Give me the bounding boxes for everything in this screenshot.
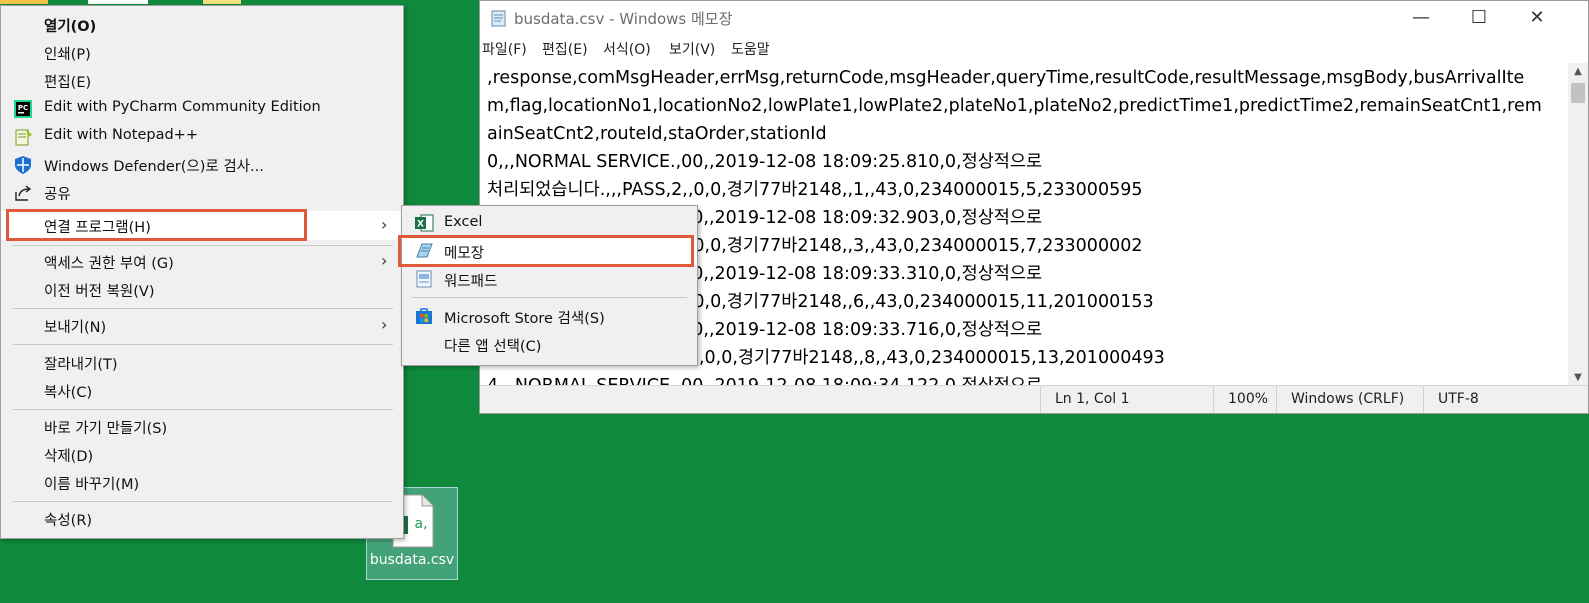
submenu-item-label: Microsoft Store 검색(S) — [444, 311, 605, 327]
svg-text:X: X — [417, 220, 424, 230]
menu-item-edit[interactable]: 편집(E) — [1, 67, 403, 94]
menu-item-label: Edit with PyCharm Community Edition — [44, 99, 321, 115]
menu-item-print[interactable]: 인쇄(P) — [1, 39, 403, 66]
menu-item-share[interactable]: 공유 — [1, 179, 403, 206]
share-icon — [15, 185, 32, 201]
menu-item-copy[interactable]: 복사(C) — [1, 377, 403, 404]
submenu-item-wordpad[interactable]: 워드패드 — [402, 265, 697, 293]
submenu-item-choose-other-app[interactable]: 다른 앱 선택(C) — [402, 330, 697, 358]
scroll-down-arrow-icon[interactable]: ▼ — [1568, 372, 1588, 383]
shield-icon — [15, 156, 31, 174]
menu-divider — [13, 245, 393, 246]
excel-icon: X — [415, 214, 434, 232]
menu-item-edit-notepadpp[interactable]: Edit with Notepad++ — [1, 123, 403, 150]
menu-item-label: 인쇄(P) — [44, 47, 91, 63]
status-zoom: 100% — [1213, 386, 1276, 413]
menu-item-label: 공유 — [44, 187, 71, 203]
submenu-item-label: 다른 앱 선택(C) — [444, 339, 542, 355]
menu-item-label: Edit with Notepad++ — [44, 127, 198, 143]
submenu-item-excel[interactable]: X Excel — [402, 209, 697, 237]
scroll-up-arrow-icon[interactable]: ▲ — [1568, 66, 1588, 77]
text-line: 처리되었습니다.,,,PASS,2,,0,0,경기77바2148,,1,,43,… — [487, 180, 1143, 200]
context-menu: 열기(O) 인쇄(P) 편집(E) PC Edit with PyCharm C… — [0, 5, 404, 539]
menu-item-label: 복사(C) — [44, 385, 93, 401]
menu-divider — [13, 344, 393, 345]
svg-text:a,: a, — [414, 516, 427, 532]
desktop-file-name: busdata.csv — [369, 552, 455, 568]
menu-item-label: 이름 바꾸기(M) — [44, 477, 140, 493]
minimize-button[interactable]: — — [1392, 1, 1450, 35]
menu-item-label: 편집(E) — [44, 75, 92, 91]
chevron-right-icon: › — [381, 215, 388, 234]
menu-item-label: 액세스 권한 부여 (G) — [44, 256, 174, 272]
menu-item-label: 잘라내기(T) — [44, 357, 118, 373]
menu-item-label: 삭제(D) — [44, 449, 94, 465]
status-line-ending: Windows (CRLF) — [1276, 386, 1423, 413]
menu-help[interactable]: 도움말 — [731, 39, 770, 59]
text-line: ,response,comMsgHeader,errMsg,returnCode… — [487, 68, 1525, 88]
desktop-icon-stub — [0, 0, 48, 4]
desktop-icon-stub — [203, 0, 241, 4]
menu-divider — [13, 308, 393, 309]
menu-item-rename[interactable]: 이름 바꾸기(M) — [1, 469, 403, 496]
store-icon — [416, 308, 432, 324]
status-position: Ln 1, Col 1 — [1040, 386, 1213, 413]
menu-format[interactable]: 서식(O) — [603, 39, 651, 59]
menu-item-grant-access[interactable]: 액세스 권한 부여 (G) › — [1, 248, 403, 275]
pycharm-icon: PC — [14, 100, 32, 118]
menu-item-properties[interactable]: 속성(R) — [1, 505, 403, 532]
menu-item-label: Windows Defender(으)로 검사... — [44, 159, 264, 175]
maximize-button[interactable]: ☐ — [1450, 1, 1508, 35]
title-bar[interactable]: busdata.csv - Windows 메모장 — ☐ ✕ — [480, 1, 1588, 35]
menu-item-label: 속성(R) — [44, 513, 93, 529]
submenu-item-store-search[interactable]: Microsoft Store 검색(S) — [402, 302, 697, 330]
menu-item-restore-versions[interactable]: 이전 버전 복원(V) — [1, 276, 403, 303]
submenu-item-label: Excel — [444, 214, 483, 230]
status-bar: Ln 1, Col 1 100% Windows (CRLF) UTF-8 — [480, 385, 1588, 413]
open-with-submenu: X Excel 메모장 워드패드 Microsoft Store 검색(S) 다… — [398, 205, 698, 366]
menu-file[interactable]: 파일(F) — [482, 39, 527, 59]
text-line: m,flag,locationNo1,locationNo2,lowPlate1… — [487, 96, 1542, 116]
submenu-item-label: 워드패드 — [444, 274, 498, 290]
menu-item-label: 보내기(N) — [44, 320, 107, 336]
menu-item-edit-pycharm[interactable]: PC Edit with PyCharm Community Edition — [1, 95, 403, 122]
menu-item-delete[interactable]: 삭제(D) — [1, 441, 403, 468]
menu-item-label: 열기(O) — [44, 19, 97, 35]
text-line: ainSeatCnt2,routeId,staOrder,stationId — [487, 124, 827, 144]
menu-divider — [13, 409, 393, 410]
menu-item-cut[interactable]: 잘라내기(T) — [1, 349, 403, 376]
chevron-right-icon: › — [381, 315, 388, 334]
notepadpp-icon — [15, 129, 32, 146]
menu-divider — [13, 501, 393, 502]
scroll-thumb[interactable] — [1571, 83, 1585, 103]
menu-view[interactable]: 보기(V) — [669, 39, 715, 59]
menu-item-defender-scan[interactable]: Windows Defender(으)로 검사... — [1, 151, 403, 178]
menu-item-create-shortcut[interactable]: 바로 가기 만들기(S) — [1, 413, 403, 440]
status-encoding: UTF-8 — [1423, 386, 1568, 413]
svg-text:PC: PC — [18, 104, 28, 112]
close-button[interactable]: ✕ — [1508, 1, 1566, 35]
menu-item-label: 바로 가기 만들기(S) — [44, 421, 168, 437]
menu-item-send-to[interactable]: 보내기(N) › — [1, 312, 403, 339]
desktop-icon-stub — [88, 0, 148, 4]
chevron-right-icon: › — [381, 251, 388, 270]
menu-item-label: 이전 버전 복원(V) — [44, 284, 155, 300]
vertical-scrollbar[interactable]: ▲ ▼ — [1568, 63, 1588, 386]
highlight-box — [398, 235, 694, 267]
text-line: 4,,,NORMAL SERVICE.,00,,2019-12-08 18:09… — [487, 376, 1043, 386]
notepad-app-icon — [491, 10, 506, 27]
wordpad-icon — [416, 270, 432, 288]
menu-edit[interactable]: 편집(E) — [542, 39, 588, 59]
highlight-box — [6, 209, 307, 241]
menu-divider — [412, 297, 687, 298]
window-title: busdata.csv - Windows 메모장 — [514, 10, 733, 28]
text-line: 0,,,NORMAL SERVICE.,00,,2019-12-08 18:09… — [487, 152, 1043, 172]
menu-item-open[interactable]: 열기(O) — [1, 11, 403, 38]
menu-bar: 파일(F) 편집(E) 서식(O) 보기(V) 도움말 — [480, 37, 1588, 61]
